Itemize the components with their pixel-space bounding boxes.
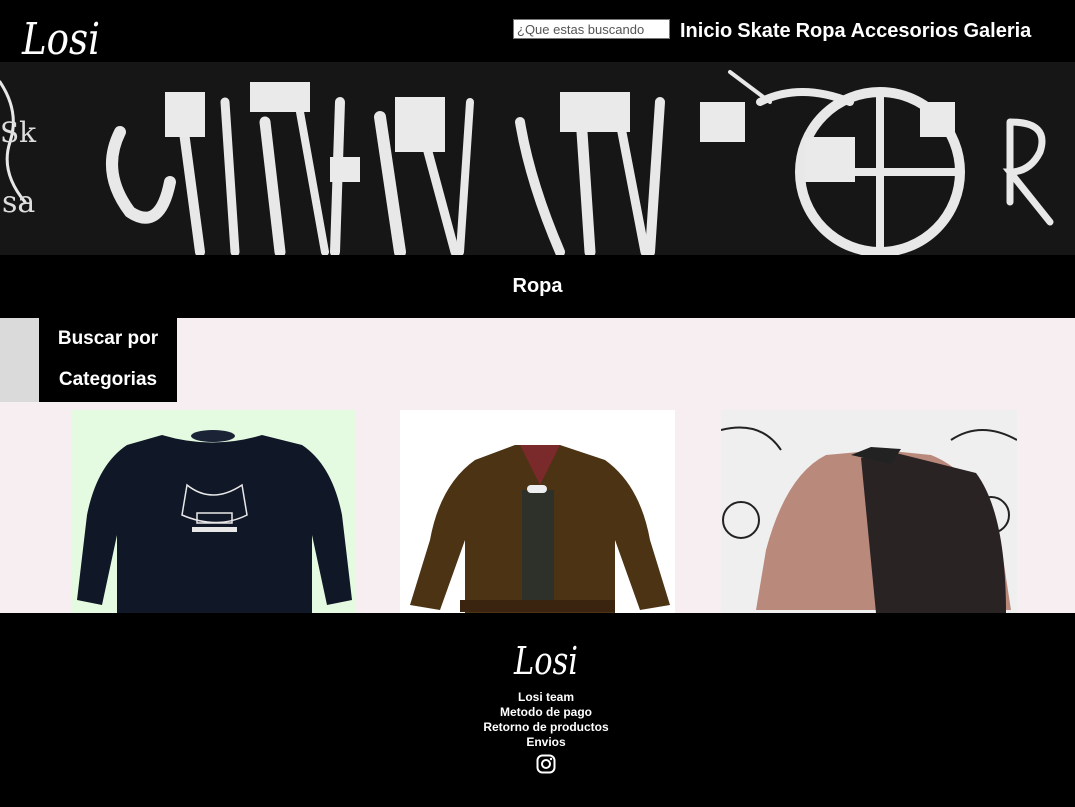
- graffiti-banner-image: Sk sa: [0, 62, 1075, 255]
- footer-links: Losi team Metodo de pago Retorno de prod…: [0, 690, 1075, 750]
- svg-text:sa: sa: [2, 185, 35, 220]
- main-nav: Inicio Skate Ropa Accesorios Galeria: [680, 20, 1031, 43]
- nav-link-inicio[interactable]: Inicio: [680, 20, 732, 43]
- product-card[interactable]: [721, 410, 1017, 613]
- category-filter-button[interactable]: Buscar por Categorias: [39, 318, 177, 402]
- svg-text:Losi: Losi: [21, 14, 100, 60]
- footer-losi-logo[interactable]: Losi: [512, 632, 580, 680]
- nav-link-skate[interactable]: Skate: [737, 20, 790, 43]
- section-title: Ropa: [512, 275, 563, 297]
- footer-link-losi-team[interactable]: Losi team: [0, 690, 1075, 705]
- nav-link-ropa[interactable]: Ropa: [796, 20, 846, 43]
- search-input[interactable]: [513, 19, 670, 39]
- plaid-jacket-image: [721, 410, 1017, 613]
- footer-link-envios[interactable]: Envios: [0, 735, 1075, 750]
- category-side-tab: [0, 318, 39, 402]
- instagram-icon[interactable]: [536, 754, 556, 774]
- top-header: Losi Inicio Skate Ropa Accesorios Galeri…: [0, 0, 1075, 62]
- svg-text:Losi: Losi: [513, 639, 578, 680]
- category-label-line2: Categorias: [58, 369, 158, 390]
- product-card[interactable]: [400, 410, 675, 613]
- brown-corduroy-jacket-image: [410, 445, 670, 613]
- product-card[interactable]: [72, 410, 355, 613]
- footer-link-metodo-de-pago[interactable]: Metodo de pago: [0, 705, 1075, 720]
- footer-link-retorno-de-productos[interactable]: Retorno de productos: [0, 720, 1075, 735]
- nav-link-galeria[interactable]: Galeria: [963, 20, 1031, 43]
- svg-text:Sk: Sk: [0, 116, 37, 149]
- nav-link-accesorios[interactable]: Accesorios: [851, 20, 959, 43]
- section-title-bar: Ropa: [0, 255, 1075, 318]
- category-label-line1: Buscar por: [57, 328, 159, 349]
- losi-logo[interactable]: Losi: [20, 4, 102, 60]
- navy-sweatshirt-image: [77, 430, 352, 613]
